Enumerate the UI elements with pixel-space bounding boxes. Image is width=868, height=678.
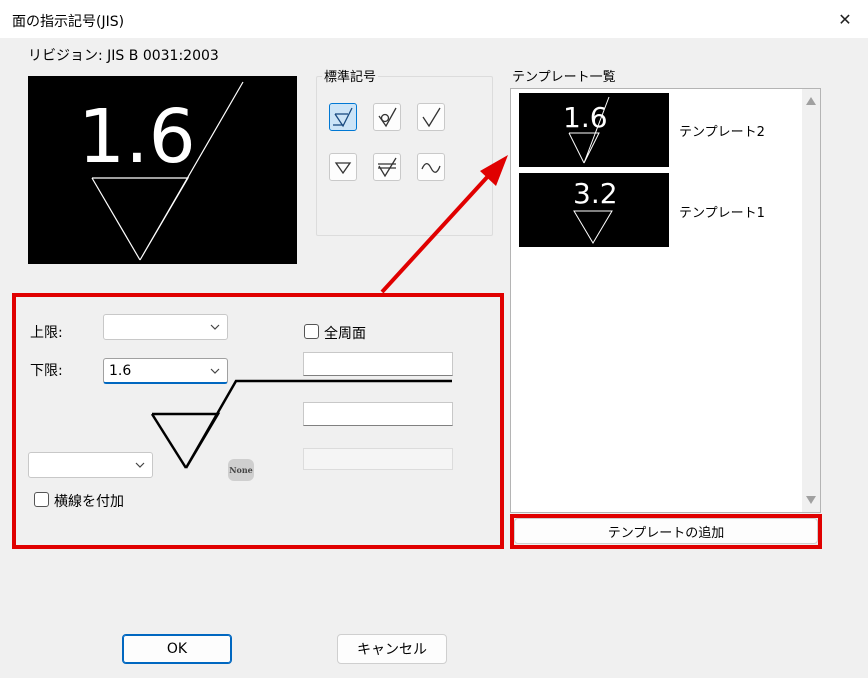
ok-button[interactable]: OK — [122, 634, 232, 664]
highlight-arrow — [380, 155, 508, 294]
cancel-button[interactable]: キャンセル — [337, 634, 447, 664]
